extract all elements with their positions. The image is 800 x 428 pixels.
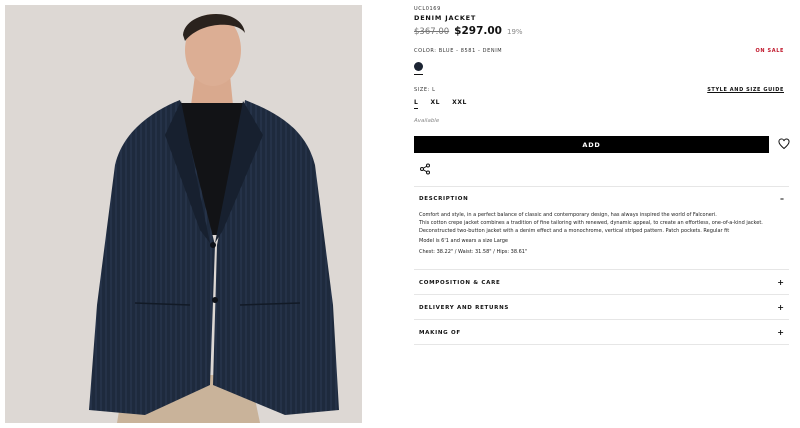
product-info-panel: UCL0169 DENIM JACKET $367.00 $297.00 19%… [414,0,794,428]
model-info: Model is 6'1 and wears a size Large [419,238,508,245]
description-paragraph: Comfort and style, in a perfect balance … [419,212,717,218]
expand-icon[interactable]: + [777,304,784,312]
expand-icon[interactable]: + [777,329,784,337]
discount-percent: 19% [506,28,523,36]
product-image[interactable] [5,5,362,423]
divider [414,294,789,295]
size-option-l[interactable]: L [414,99,419,109]
old-price: $367.00 [414,27,450,37]
price-row: $367.00 $297.00 19% [414,25,523,37]
availability-status: Available [414,118,440,124]
description-paragraph: This cotton crepe jacket combines a trad… [419,219,763,234]
divider [414,319,789,320]
on-sale-badge: ON SALE [755,48,784,54]
accordion-making-of-header[interactable]: MAKING OF [419,330,461,336]
description-text: Comfort and style, in a perfect balance … [419,212,784,257]
size-guide-link[interactable]: STYLE AND SIZE GUIDE [707,87,784,93]
add-to-cart-button[interactable]: ADD [414,136,769,153]
divider [414,269,789,270]
divider [414,186,789,187]
color-swatch-blue[interactable] [414,62,423,71]
size-label: SIZE: L [414,87,436,93]
collapse-icon[interactable]: – [780,195,784,203]
accordion-delivery-header[interactable]: DELIVERY AND RETURNS [419,305,509,311]
size-option-xxl[interactable]: XXL [452,99,467,109]
accordion-composition-header[interactable]: COMPOSITION & CARE [419,280,501,286]
swatch-selected-indicator [414,74,423,75]
size-selector: L XL XXL [414,99,467,109]
divider [414,344,789,345]
accordion-description-header[interactable]: DESCRIPTION [419,196,468,202]
share-icon[interactable] [419,163,431,175]
product-sku: UCL0169 [414,6,441,12]
model-wearing-jacket-illustration [5,5,362,423]
expand-icon[interactable]: + [777,279,784,287]
color-label: COLOR: BLUE - 8581 - DENIM [414,48,503,54]
heart-icon[interactable] [778,138,790,150]
sale-price: $297.00 [454,25,502,37]
measurements: Chest: 38.22" / Waist: 31.58" / Hips: 38… [419,249,528,256]
product-title: DENIM JACKET [414,14,477,22]
size-option-xl[interactable]: XL [430,99,440,109]
